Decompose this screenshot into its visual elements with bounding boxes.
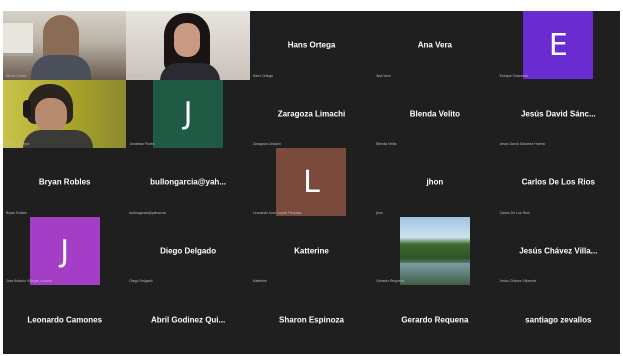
participant-tile[interactable]: J Jonathan Flores (126, 79, 250, 149)
landscape-photo-avatar (399, 217, 470, 286)
participant-tile[interactable]: bullongarcia@yah... bullongarcia@yahoo.e… (126, 148, 250, 217)
participant-grid: Alexis Carlos Ana Gomez Hans Ortega Hans… (3, 11, 620, 354)
water-reflection (399, 263, 470, 286)
participant-label: bullongarcia@yahoo.es (129, 210, 167, 215)
participant-name: Jesús David Sánc... (520, 109, 596, 119)
participant-label: Jesús David Sánchez Huerta (499, 142, 545, 147)
video-call-window: Alexis Carlos Ana Gomez Hans Ortega Hans… (3, 11, 620, 354)
participant-name: santiago zevallos (525, 315, 592, 325)
avatar-initial: J (153, 79, 224, 148)
participant-label: Ana Vera (376, 73, 391, 78)
participant-name: Zaragoza Limachi (277, 109, 346, 119)
participant-video-tile[interactable]: Alexis Carlos (3, 11, 127, 80)
participant-label: Jonathan Flores (129, 142, 155, 147)
avatar-initial: L (276, 148, 347, 217)
participant-label: Jose Antonio Villegas Lucana (6, 279, 52, 284)
participant-label: Alexis Carlos (6, 73, 27, 78)
participant-body (160, 63, 221, 80)
participant-tile[interactable]: Jesús David Sánc... Jesús David Sánchez … (496, 79, 620, 149)
participant-label: Katterine (252, 279, 267, 284)
participant-name: Katterine (294, 246, 329, 256)
participant-tile[interactable]: L Leonardo Jose Loyola Pedraza (249, 148, 374, 217)
participant-label: Ana Gomez (129, 73, 148, 78)
participant-tile[interactable]: Carlos De Los Rios Carlos De Los Rios (496, 148, 620, 217)
participant-tile[interactable]: Hans Ortega Hans Ortega (249, 11, 374, 80)
avatar-initial: E (523, 11, 594, 80)
background-building (3, 23, 33, 56)
participant-body (31, 55, 91, 80)
participant-label: Jesús Chávez Villarreal (499, 279, 537, 284)
participant-label: Hans Ortega (252, 73, 273, 78)
participant-label: jhon (376, 210, 383, 215)
participant-name: Carlos De Los Rios (521, 177, 595, 187)
headset-icon (23, 99, 31, 118)
participant-tile[interactable]: jhon jhon (373, 148, 497, 217)
participant-name: jhon (426, 177, 444, 187)
participant-tile[interactable]: Bryan Robles Bryan Robles (3, 148, 127, 217)
participant-name: Gerardo Requena (401, 315, 469, 325)
participant-tile[interactable]: Diego Delgado Diego Delgado (126, 216, 250, 286)
participant-tile[interactable]: Ana Vera Ana Vera (373, 11, 497, 80)
participant-name: Bryan Robles (38, 177, 91, 187)
participant-label: Enrique Chavarria (499, 73, 528, 78)
participant-tile[interactable]: Gerardo Requena (373, 285, 497, 354)
participant-name: bullongarcia@yah... (150, 177, 226, 187)
participant-name: Diego Delgado (160, 246, 217, 256)
participant-tile[interactable]: Blenda Velito Blenda Velito (373, 79, 497, 149)
participant-label: Carlos De Los Rios (499, 210, 530, 215)
participant-tile[interactable]: E Enrique Chavarria (496, 11, 620, 80)
participant-name: Blenda Velito (409, 109, 460, 119)
participant-name: Jesús Chávez Villa... (519, 246, 598, 256)
participant-face (174, 23, 201, 57)
participant-label: Blenda Velito (376, 142, 397, 147)
participant-name: Hans Ortega (287, 40, 336, 50)
participant-face (35, 97, 67, 132)
participant-video-tile[interactable]: Ana Gomez (126, 11, 250, 80)
participant-tile[interactable]: Gerardo Requena (373, 216, 497, 286)
participant-name: Sharon Espinoza (279, 315, 344, 325)
participant-tile[interactable]: J Jose Antonio Villegas Lucana (3, 216, 127, 286)
participant-tile[interactable]: Leonardo Camones (3, 285, 127, 354)
participant-tile[interactable]: Sharon Espinoza (249, 285, 374, 354)
participant-name: Ana Vera (417, 40, 453, 50)
participant-label: Gerardo Requena (376, 279, 405, 284)
participant-tile[interactable]: santiago zevallos (496, 285, 620, 354)
avatar-initial: J (29, 217, 100, 286)
participant-label: Diego Delgado (129, 279, 153, 284)
participant-body (23, 129, 93, 149)
participant-name: Abril Godinez Qui... (150, 315, 226, 325)
participant-label: Leonardo Jose Loyola Pedraza (252, 210, 302, 215)
participant-video-tile[interactable]: Sergio Pereyra (3, 79, 127, 149)
participant-tile[interactable]: Katterine Katterine (249, 216, 374, 286)
participant-label: Bryan Robles (6, 210, 28, 215)
participant-tile[interactable]: Jesús Chávez Villa... Jesús Chávez Villa… (496, 216, 620, 286)
participant-name: Leonardo Camones (27, 315, 103, 325)
participant-tile[interactable]: Zaragoza Limachi Zaragoza Limachi (249, 79, 374, 149)
participant-label: Zaragoza Limachi (252, 142, 281, 147)
participant-label: Sergio Pereyra (6, 142, 30, 147)
participant-tile[interactable]: Abril Godinez Qui... (126, 285, 250, 354)
